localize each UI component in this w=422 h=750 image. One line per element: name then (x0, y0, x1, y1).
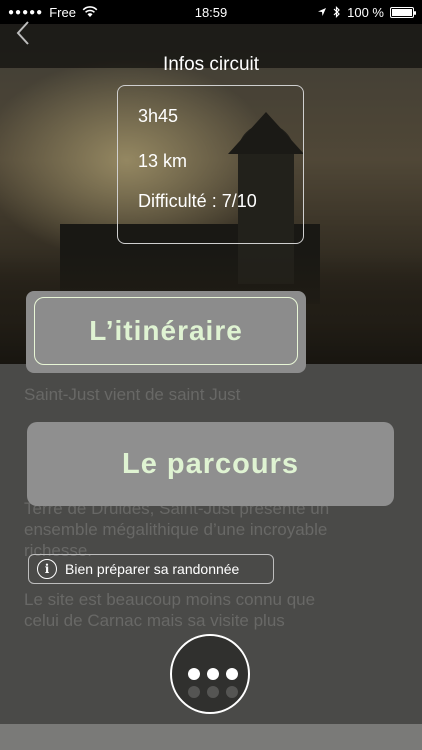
description-line: Le site est beaucoup moins connu que (24, 590, 316, 609)
info-title: Infos circuit (162, 54, 260, 75)
itineraire-button[interactable]: L’itinéraire (26, 291, 306, 373)
description-line: Saint-Just vient de saint Just (24, 385, 241, 404)
more-dots-icon (188, 668, 238, 680)
parcours-button[interactable]: Le parcours (27, 422, 394, 506)
info-difficulty: Difficulté : 7/10 (138, 191, 257, 211)
info-distance: 13 km (138, 151, 188, 171)
description-line: ensemble mégalithique d’une incroyable (24, 520, 328, 539)
description-line: celui de Carnac mais sa visite plus (24, 611, 285, 630)
status-left: ●●●●● Free (8, 5, 98, 20)
prep-label: Bien préparer sa randonnée (65, 561, 240, 577)
wifi-icon (82, 6, 98, 17)
battery-percent: 100 % (347, 4, 384, 20)
info-duration: 3h45 (138, 106, 179, 126)
status-right: 100 % (317, 4, 416, 20)
signal-dots-icon: ●●●●● (8, 6, 44, 18)
battery-icon (390, 6, 416, 18)
bluetooth-icon (333, 6, 340, 18)
itineraire-label: L’itinéraire (34, 297, 298, 365)
prep-button[interactable]: i Bien préparer sa randonnée (28, 554, 274, 584)
carrier-name: Free (49, 4, 76, 20)
info-icon: i (37, 559, 57, 579)
more-dots-reflection (188, 686, 238, 698)
status-bar: ●●●●● Free 18:59 100 % (0, 0, 422, 24)
bottom-bar (0, 724, 422, 750)
more-button[interactable] (170, 634, 250, 714)
info-box: 3h45 13 km Difficulté : 7/10 (117, 85, 304, 244)
chevron-left-icon[interactable] (14, 20, 34, 46)
location-arrow-icon (318, 8, 327, 16)
